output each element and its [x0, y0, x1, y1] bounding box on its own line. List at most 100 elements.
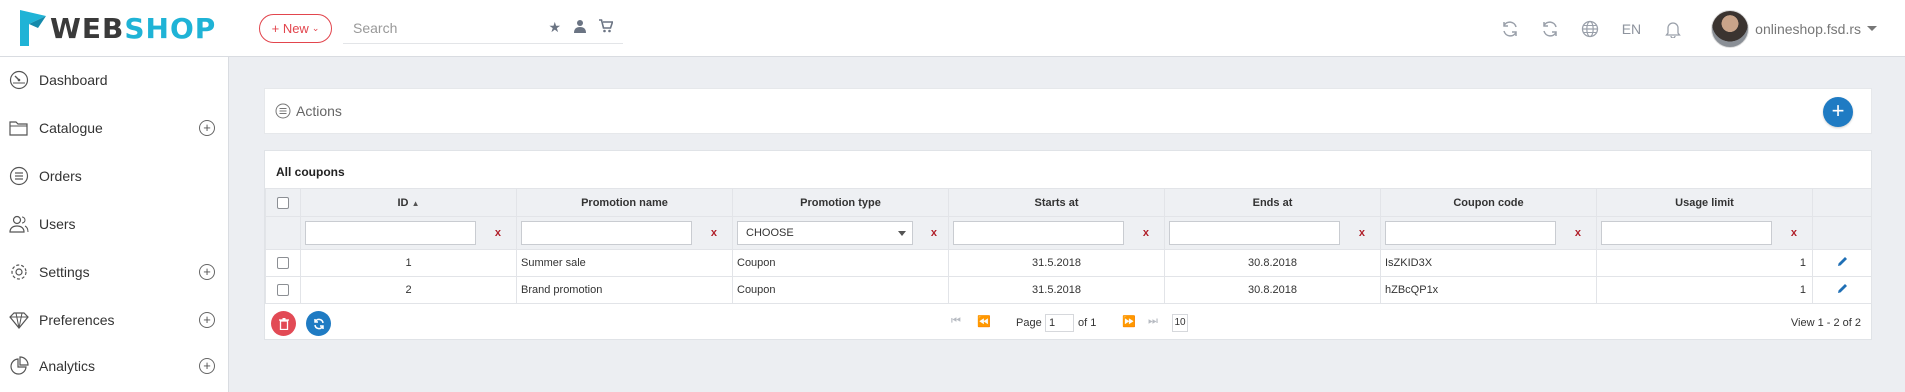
globe-icon[interactable] — [1578, 17, 1602, 41]
filter-name-input[interactable] — [521, 221, 692, 245]
logo-flag-icon — [20, 10, 46, 46]
sidebar-item-analytics[interactable]: Analytics + — [0, 348, 229, 384]
user-menu[interactable]: onlineshop.fsd.rs — [1755, 21, 1877, 37]
plus-icon: + — [1831, 98, 1845, 123]
refresh-button[interactable] — [306, 311, 331, 336]
sort-icon: ▲ — [411, 198, 420, 208]
sidebar-item-label: Orders — [39, 168, 82, 184]
star-icon[interactable]: ★ — [548, 19, 561, 36]
avatar[interactable] — [1711, 9, 1750, 48]
language-selector[interactable]: EN — [1622, 21, 1641, 37]
view-range-text: View 1 - 2 of 2 — [1790, 317, 1861, 329]
table-row[interactable]: 2 Brand promotion Coupon 31.5.2018 30.8.… — [265, 276, 1872, 304]
prev-page-icon[interactable]: ⏪ — [977, 315, 991, 328]
folder-icon — [9, 121, 28, 136]
pencil-icon — [1837, 284, 1847, 293]
filter-clear-button[interactable]: x — [1575, 227, 1581, 239]
chevron-down-icon: ⌄ — [311, 23, 320, 33]
menu-circle-icon — [275, 103, 291, 119]
grid-title: All coupons — [276, 165, 345, 179]
filter-clear-button[interactable]: x — [711, 227, 717, 239]
filter-clear-button[interactable]: x — [495, 227, 501, 239]
edit-button[interactable] — [1812, 249, 1872, 277]
filter-code: x — [1380, 216, 1597, 250]
refresh-icon — [313, 318, 324, 329]
filter-starts-input[interactable] — [953, 221, 1124, 245]
diamond-icon — [9, 312, 29, 329]
search-input[interactable] — [343, 14, 533, 42]
column-header-coupon-code[interactable]: Coupon code — [1380, 188, 1597, 217]
expand-icon[interactable]: + — [199, 358, 215, 374]
filter-type: CHOOSE x — [732, 216, 949, 250]
new-button[interactable]: + New ⌄ — [259, 14, 332, 43]
list-icon — [9, 166, 29, 186]
pager: ⏮ ⏪ Page of 1 ⏩ ⏭ 10 View 1 - 2 of 2 — [265, 306, 1871, 340]
column-header-starts-at[interactable]: Starts at — [948, 188, 1165, 217]
rows-per-page-select[interactable]: 10 — [1172, 314, 1188, 332]
filter-ends-input[interactable] — [1169, 221, 1340, 245]
filter-clear-button[interactable]: x — [931, 227, 937, 239]
sidebar-item-preferences[interactable]: Preferences + — [0, 302, 229, 338]
users-icon — [9, 215, 29, 233]
search-bar: ★ — [343, 14, 623, 44]
expand-icon[interactable]: + — [199, 312, 215, 328]
sidebar-item-label: Catalogue — [39, 120, 103, 136]
actions-header[interactable]: Actions — [275, 103, 342, 119]
filter-starts: x — [948, 216, 1165, 250]
filter-ends: x — [1164, 216, 1381, 250]
user-name: onlineshop.fsd.rs — [1755, 20, 1861, 37]
filter-clear-button[interactable]: x — [1791, 227, 1797, 239]
page-number-input[interactable] — [1045, 314, 1074, 332]
table-row[interactable]: 1 Summer sale Coupon 31.5.2018 30.8.2018… — [265, 249, 1872, 277]
filter-code-input[interactable] — [1385, 221, 1556, 245]
edit-button[interactable] — [1812, 276, 1872, 304]
user-icon[interactable] — [574, 19, 586, 33]
coupons-table: ID ▲ Promotion name Promotion type Start… — [265, 188, 1872, 304]
sidebar-item-dashboard[interactable]: Dashboard — [0, 62, 229, 98]
cart-icon[interactable] — [599, 19, 613, 33]
select-all-cell — [265, 188, 301, 217]
header-row: ID ▲ Promotion name Promotion type Start… — [265, 188, 1872, 217]
column-header-ends-at[interactable]: Ends at — [1164, 188, 1381, 217]
filter-clear-button[interactable]: x — [1143, 227, 1149, 239]
refresh-icon[interactable] — [1538, 17, 1562, 41]
column-header-id[interactable]: ID ▲ — [300, 188, 517, 217]
select-all-checkbox[interactable] — [277, 196, 289, 209]
delete-button[interactable] — [271, 311, 296, 336]
dashboard-icon — [9, 70, 29, 90]
filter-clear-button[interactable]: x — [1359, 227, 1365, 239]
logo[interactable]: WEBSHOP — [20, 8, 216, 48]
sidebar-item-catalogue[interactable]: Catalogue + — [0, 110, 229, 146]
next-page-icon[interactable]: ⏩ — [1122, 315, 1136, 328]
add-button[interactable]: + — [1823, 97, 1853, 127]
sync-icon[interactable] — [1498, 17, 1522, 41]
sidebar-item-label: Preferences — [39, 312, 115, 328]
actions-panel: Actions + — [264, 88, 1872, 134]
sidebar-item-label: Users — [39, 216, 76, 232]
expand-icon[interactable]: + — [199, 120, 215, 136]
pie-chart-icon — [10, 356, 29, 375]
sidebar-item-users[interactable]: Users — [0, 206, 229, 242]
top-bar: WEBSHOP + New ⌄ ★ EN onlineshop.fsd.rs — [0, 0, 1905, 57]
last-page-icon[interactable]: ⏭ — [1148, 315, 1158, 328]
row-checkbox[interactable] — [277, 284, 289, 297]
column-header-actions — [1812, 188, 1872, 217]
row-checkbox[interactable] — [277, 257, 289, 270]
sidebar-item-settings[interactable]: Settings + — [0, 254, 229, 290]
expand-icon[interactable]: + — [199, 264, 215, 280]
actions-title: Actions — [296, 103, 342, 119]
first-page-icon[interactable]: ⏮ — [951, 315, 961, 328]
filter-limit-input[interactable] — [1601, 221, 1772, 245]
column-header-promotion-name[interactable]: Promotion name — [516, 188, 733, 217]
filter-id-input[interactable] — [305, 221, 476, 245]
bell-icon[interactable] — [1661, 17, 1685, 41]
sidebar-item-label: Analytics — [39, 358, 96, 374]
column-header-usage-limit[interactable]: Usage limit — [1596, 188, 1813, 217]
coupons-grid: All coupons ID ▲ Promotion name Promotio… — [264, 150, 1872, 340]
filter-limit: x — [1596, 216, 1813, 250]
sidebar-item-orders[interactable]: Orders — [0, 158, 229, 194]
filter-type-select[interactable]: CHOOSE — [737, 221, 913, 245]
sidebar-item-label: Dashboard — [39, 72, 108, 88]
caret-down-icon — [898, 231, 906, 236]
column-header-promotion-type[interactable]: Promotion type — [732, 188, 949, 217]
